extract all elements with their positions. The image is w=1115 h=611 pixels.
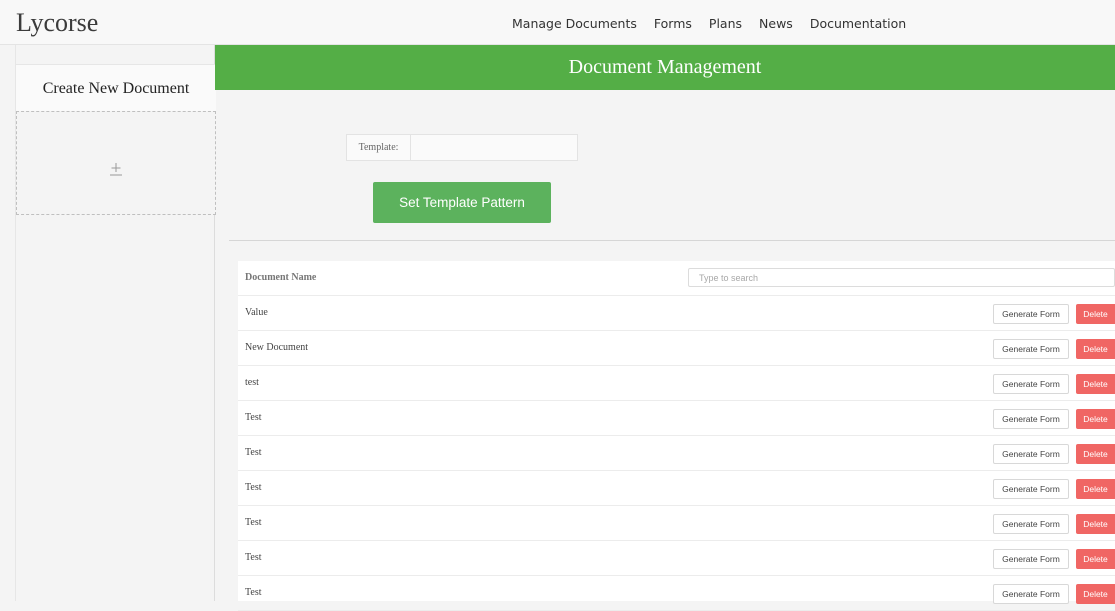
template-label: Template:	[347, 135, 411, 160]
document-name: Test	[245, 517, 262, 528]
delete-button[interactable]: Delete	[1076, 409, 1115, 429]
table-row: Test Generate Form Delete	[238, 471, 1115, 506]
document-name: test	[245, 377, 259, 388]
search-input[interactable]	[688, 268, 1115, 287]
document-name: Value	[245, 307, 268, 318]
brand-logo[interactable]: Lycorse	[16, 8, 98, 38]
page-title: Document Management	[215, 45, 1115, 90]
create-document-button[interactable]	[16, 111, 216, 215]
table-row: Test Generate Form Delete	[238, 436, 1115, 471]
generate-form-button[interactable]: Generate Form	[993, 409, 1069, 429]
set-template-pattern-button[interactable]: Set Template Pattern	[373, 182, 551, 223]
generate-form-button[interactable]: Generate Form	[993, 549, 1069, 569]
sidebar: Create New Document	[15, 45, 216, 601]
delete-button[interactable]: Delete	[1076, 549, 1115, 569]
document-name: Test	[245, 482, 262, 493]
table-header: Document Name	[238, 261, 1115, 296]
table-row: Test Generate Form Delete	[238, 576, 1115, 611]
nav-documentation[interactable]: Documentation	[810, 16, 906, 31]
document-name: Test	[245, 412, 262, 423]
generate-form-button[interactable]: Generate Form	[993, 584, 1069, 604]
document-table: Document Name Value Generate Form Delete…	[238, 261, 1115, 611]
nav-news[interactable]: News	[759, 16, 793, 31]
delete-button[interactable]: Delete	[1076, 514, 1115, 534]
generate-form-button[interactable]: Generate Form	[993, 444, 1069, 464]
divider	[229, 240, 1115, 241]
template-field: Template:	[346, 134, 578, 161]
nav-manage-documents[interactable]: Manage Documents	[512, 16, 637, 31]
table-row: Test Generate Form Delete	[238, 401, 1115, 436]
nav-forms[interactable]: Forms	[654, 16, 692, 31]
generate-form-button[interactable]: Generate Form	[993, 374, 1069, 394]
top-navbar: Lycorse Manage Documents Forms Plans New…	[0, 0, 1115, 45]
document-name: Test	[245, 447, 262, 458]
table-row: New Document Generate Form Delete	[238, 331, 1115, 366]
document-name: Test	[245, 552, 262, 563]
delete-button[interactable]: Delete	[1076, 444, 1115, 464]
create-document-title: Create New Document	[16, 64, 216, 111]
generate-form-button[interactable]: Generate Form	[993, 479, 1069, 499]
template-input[interactable]	[411, 135, 577, 160]
generate-form-button[interactable]: Generate Form	[993, 339, 1069, 359]
main-panel: Document Management Template: Set Templa…	[215, 45, 1115, 611]
document-name: New Document	[245, 342, 309, 353]
nav-plans[interactable]: Plans	[709, 16, 742, 31]
delete-button[interactable]: Delete	[1076, 374, 1115, 394]
document-name: Test	[245, 587, 262, 598]
table-row: Value Generate Form Delete	[238, 296, 1115, 331]
plus-icon	[110, 163, 122, 176]
table-row: Test Generate Form Delete	[238, 541, 1115, 576]
table-row: test Generate Form Delete	[238, 366, 1115, 401]
delete-button[interactable]: Delete	[1076, 479, 1115, 499]
delete-button[interactable]: Delete	[1076, 584, 1115, 604]
table-row: Test Generate Form Delete	[238, 506, 1115, 541]
delete-button[interactable]: Delete	[1076, 339, 1115, 359]
column-header-document-name: Document Name	[245, 272, 317, 283]
generate-form-button[interactable]: Generate Form	[993, 304, 1069, 324]
delete-button[interactable]: Delete	[1076, 304, 1115, 324]
top-nav: Manage Documents Forms Plans News Docume…	[512, 16, 906, 31]
generate-form-button[interactable]: Generate Form	[993, 514, 1069, 534]
